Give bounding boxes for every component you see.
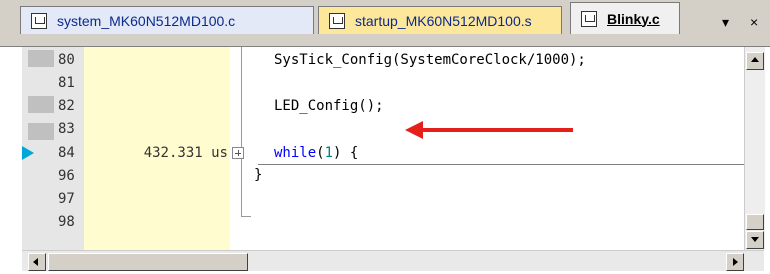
line-number: 96 xyxy=(58,168,75,184)
fold-guide xyxy=(241,47,242,217)
collapsed-block-separator xyxy=(258,164,744,165)
tab-system-file[interactable]: system_MK60N512MD100.c xyxy=(20,6,314,34)
annotation-arrow xyxy=(405,121,573,139)
scroll-up-button[interactable] xyxy=(746,52,764,70)
tab-blinky-file[interactable]: Blinky.c xyxy=(570,2,680,34)
code-brace: { xyxy=(341,145,359,161)
tab-label: Blinky.c xyxy=(607,10,660,27)
arrow-right-icon xyxy=(733,258,738,266)
fold-expand-icon[interactable] xyxy=(232,147,244,159)
file-icon xyxy=(581,10,597,27)
line-number: 83 xyxy=(58,121,75,137)
line-number: 82 xyxy=(58,98,75,114)
editor-window: system_MK60N512MD100.c startup_MK60N512M… xyxy=(0,0,770,274)
close-icon[interactable]: × xyxy=(750,14,758,30)
line-number: 97 xyxy=(58,191,75,207)
number-literal: 1 xyxy=(324,145,334,161)
arrow-up-icon xyxy=(751,57,759,62)
current-line-arrow-icon xyxy=(22,146,34,160)
keyword: while xyxy=(274,145,317,161)
tab-label: system_MK60N512MD100.c xyxy=(57,12,236,29)
file-icon xyxy=(329,12,345,29)
gutter-marker xyxy=(28,96,54,113)
line-number: 98 xyxy=(58,214,75,230)
line-number: 80 xyxy=(58,52,75,68)
horizontal-scroll-thumb[interactable] xyxy=(48,253,248,271)
arrow-down-icon xyxy=(751,237,759,242)
scroll-left-button[interactable] xyxy=(28,253,46,271)
code-line-82[interactable]: LED_Config(); xyxy=(274,98,384,114)
fold-guide-end xyxy=(241,216,251,217)
gutter-marker xyxy=(28,123,54,140)
tab-startup-file[interactable]: startup_MK60N512MD100.s xyxy=(318,6,562,34)
arrow-left-icon xyxy=(33,258,38,266)
file-icon xyxy=(31,12,47,29)
gutter-marker xyxy=(28,50,54,67)
code-line-84[interactable]: while(1) { xyxy=(274,145,358,161)
code-line-80[interactable]: SysTick_Config(SystemCoreClock/1000); xyxy=(274,52,586,68)
tab-bar: system_MK60N512MD100.c startup_MK60N512M… xyxy=(0,0,770,47)
tab-label: startup_MK60N512MD100.s xyxy=(355,12,532,29)
vertical-scroll-thumb[interactable] xyxy=(746,214,764,230)
scroll-down-button[interactable] xyxy=(746,231,764,249)
line-number: 81 xyxy=(58,75,75,91)
scroll-right-button[interactable] xyxy=(726,253,744,271)
code-line-96[interactable]: } xyxy=(254,167,262,183)
execution-time-value: 432.331 us xyxy=(143,145,228,161)
tab-menu-dropdown-icon[interactable]: ▾ xyxy=(722,14,729,31)
